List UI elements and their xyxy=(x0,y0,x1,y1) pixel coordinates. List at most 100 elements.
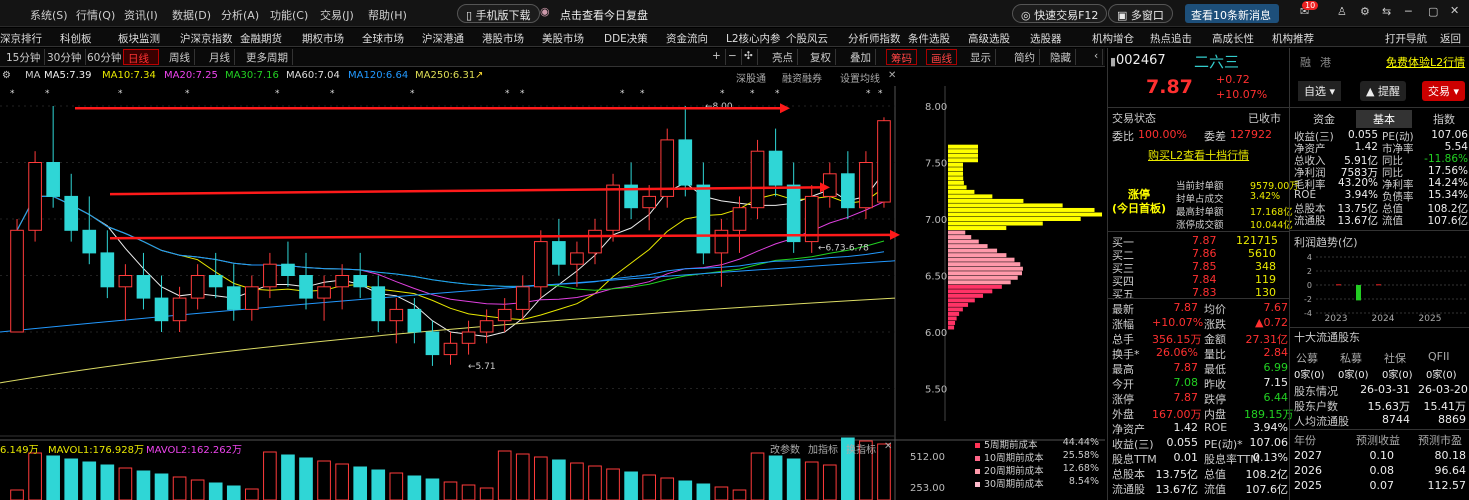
nav-item-6[interactable]: 全球市场 xyxy=(362,31,404,46)
quick-trade-button[interactable]: ◎ 快速交易F12 xyxy=(1012,4,1108,23)
nav-item-11[interactable]: 资金流向 xyxy=(666,31,708,46)
event-marker[interactable]: * xyxy=(330,89,335,99)
tab-1[interactable]: 基本 xyxy=(1356,110,1412,128)
draw-button[interactable]: 画线 xyxy=(926,49,957,65)
swap-icon[interactable]: ⇆ xyxy=(1382,5,1391,18)
link-margin[interactable]: 融资融券 xyxy=(782,70,822,85)
hint-button[interactable]: ▲ 提醒 xyxy=(1360,81,1406,101)
stat-value: 26.06% xyxy=(1156,346,1198,359)
event-marker[interactable]: * xyxy=(185,89,190,99)
nav-item-12[interactable]: L2核心内参 xyxy=(726,31,781,46)
overlay-button[interactable]: 叠加 xyxy=(846,49,876,65)
display-button[interactable]: 显示 xyxy=(966,49,996,65)
replay-link[interactable]: 点击查看今日复盘 xyxy=(560,7,648,23)
menu-data[interactable]: 数据(D) xyxy=(172,7,211,23)
ma-arrow-icon[interactable]: ↗ xyxy=(475,70,483,81)
nav-item-23[interactable]: 返回 xyxy=(1440,31,1461,46)
nav-item-5[interactable]: 期权市场 xyxy=(302,31,344,46)
nav-item-8[interactable]: 港股市场 xyxy=(482,31,524,46)
weicha-label: 委差 xyxy=(1204,130,1226,143)
nav-item-3[interactable]: 沪深京指数 xyxy=(180,31,233,46)
menu-help[interactable]: 帮助(H) xyxy=(368,7,407,23)
nav-item-1[interactable]: 科创板 xyxy=(60,31,92,46)
trade-button[interactable]: 交易 ▾ xyxy=(1422,81,1466,101)
period-weekly[interactable]: 周线 xyxy=(165,49,195,65)
maximize-icon[interactable]: ▢ xyxy=(1428,5,1438,18)
period-15m[interactable]: 15分钟 xyxy=(2,49,46,65)
settings-icon[interactable]: ⚙ xyxy=(1360,5,1370,18)
nav-item-19[interactable]: 热点追击 xyxy=(1150,31,1192,46)
l2-trial-link[interactable]: 免费体验L2行情 xyxy=(1386,54,1465,70)
period-60m[interactable]: 60分钟 xyxy=(83,49,127,65)
event-marker[interactable]: * xyxy=(118,89,123,99)
mobile-download-button[interactable]: ▯ 手机版下载 xyxy=(457,4,540,23)
nav-item-2[interactable]: 板块监测 xyxy=(118,31,160,46)
menu-news[interactable]: 资讯(I) xyxy=(124,7,158,23)
link-sgt[interactable]: 深股通 xyxy=(736,70,766,85)
nav-item-20[interactable]: 高成长性 xyxy=(1212,31,1254,46)
nav-item-13[interactable]: 个股风云 xyxy=(786,31,828,46)
nav-item-15[interactable]: 条件选股 xyxy=(908,31,950,46)
switch-indicator-button[interactable]: 换指标 xyxy=(846,441,876,456)
menu-function[interactable]: 功能(C) xyxy=(270,7,308,23)
hide-button[interactable]: 隐藏 xyxy=(1046,49,1076,65)
event-marker[interactable]: * xyxy=(410,89,415,99)
event-marker[interactable]: * xyxy=(10,89,15,99)
period-monthly[interactable]: 月线 xyxy=(205,49,235,65)
kline-chart[interactable]: 8.00 7.50 7.00 6.50 6.00 5.50 512.00 253.00 * * * *… xyxy=(0,86,1105,500)
highlight-button[interactable]: 亮点 xyxy=(768,49,798,65)
simple-button[interactable]: 简约 xyxy=(1010,49,1040,65)
nav-item-17[interactable]: 选股器 xyxy=(1030,31,1062,46)
tab-0[interactable]: 资金 xyxy=(1296,110,1352,128)
close-icon[interactable]: ✕ xyxy=(1450,4,1459,17)
event-marker[interactable]: * xyxy=(520,89,525,99)
nav-item-22[interactable]: 打开导航 xyxy=(1385,31,1427,46)
event-marker[interactable]: * xyxy=(45,89,50,99)
event-marker[interactable]: * xyxy=(275,89,280,99)
event-marker[interactable]: * xyxy=(640,89,645,99)
multi-window-button[interactable]: ▣ 多窗口 xyxy=(1108,4,1173,23)
event-marker[interactable]: * xyxy=(620,89,625,99)
adjust-button[interactable]: 复权 xyxy=(806,49,836,65)
period-30m[interactable]: 30分钟 xyxy=(43,49,87,65)
trend-line[interactable] xyxy=(109,186,821,196)
event-marker[interactable]: * xyxy=(505,89,510,99)
event-marker[interactable]: * xyxy=(750,89,755,99)
nav-item-14[interactable]: 分析师指数 xyxy=(848,31,901,46)
nav-item-18[interactable]: 机构增仓 xyxy=(1092,31,1134,46)
add-indicator-button[interactable]: 加指标 xyxy=(808,441,838,456)
nav-item-10[interactable]: DDE决策 xyxy=(604,31,648,46)
event-marker[interactable]: * xyxy=(878,89,883,99)
ma-settings-icon[interactable]: ⚙ xyxy=(2,70,11,81)
event-marker[interactable]: * xyxy=(720,89,725,99)
tab-2[interactable]: 指数 xyxy=(1416,110,1469,128)
expand-icon[interactable]: ▮ xyxy=(1110,55,1116,68)
nav-item-4[interactable]: 金融期货 xyxy=(240,31,282,46)
menu-system[interactable]: 系统(S) xyxy=(30,7,68,23)
nav-item-9[interactable]: 美股市场 xyxy=(542,31,584,46)
minimize-icon[interactable]: ─ xyxy=(1405,5,1412,18)
nav-item-7[interactable]: 沪深港通 xyxy=(422,31,464,46)
nav-item-0[interactable]: 深京排行 xyxy=(0,31,42,46)
vol-close-icon[interactable]: ✕ xyxy=(884,441,892,452)
news-button[interactable]: 查看10条新消息 xyxy=(1185,4,1279,23)
trend-line[interactable] xyxy=(109,233,891,240)
menu-trade[interactable]: 交易(J) xyxy=(320,7,354,23)
period-daily[interactable]: 日线 xyxy=(123,49,159,65)
shirt-icon[interactable]: ♙ xyxy=(1337,5,1347,18)
period-more[interactable]: 更多周期 xyxy=(242,49,293,65)
event-marker[interactable]: * xyxy=(866,89,871,99)
edit-params-button[interactable]: 改参数 xyxy=(770,441,800,456)
crosshair-icon[interactable]: ✣ xyxy=(740,49,758,65)
menu-analysis[interactable]: 分析(A) xyxy=(221,7,259,23)
chip-bar xyxy=(948,217,1081,221)
chip-bar xyxy=(948,207,1095,212)
event-marker[interactable]: * xyxy=(775,89,780,99)
collapse-icon[interactable]: ‹ xyxy=(1090,49,1104,65)
chips-button[interactable]: 筹码 xyxy=(886,49,917,65)
menu-quotes[interactable]: 行情(Q) xyxy=(76,7,115,23)
ma-close-icon[interactable]: ✕ xyxy=(888,70,896,81)
nav-item-21[interactable]: 机构推荐 xyxy=(1272,31,1314,46)
nav-item-16[interactable]: 高级选股 xyxy=(968,31,1010,46)
link-ma-setting[interactable]: 设置均线 xyxy=(840,70,880,85)
